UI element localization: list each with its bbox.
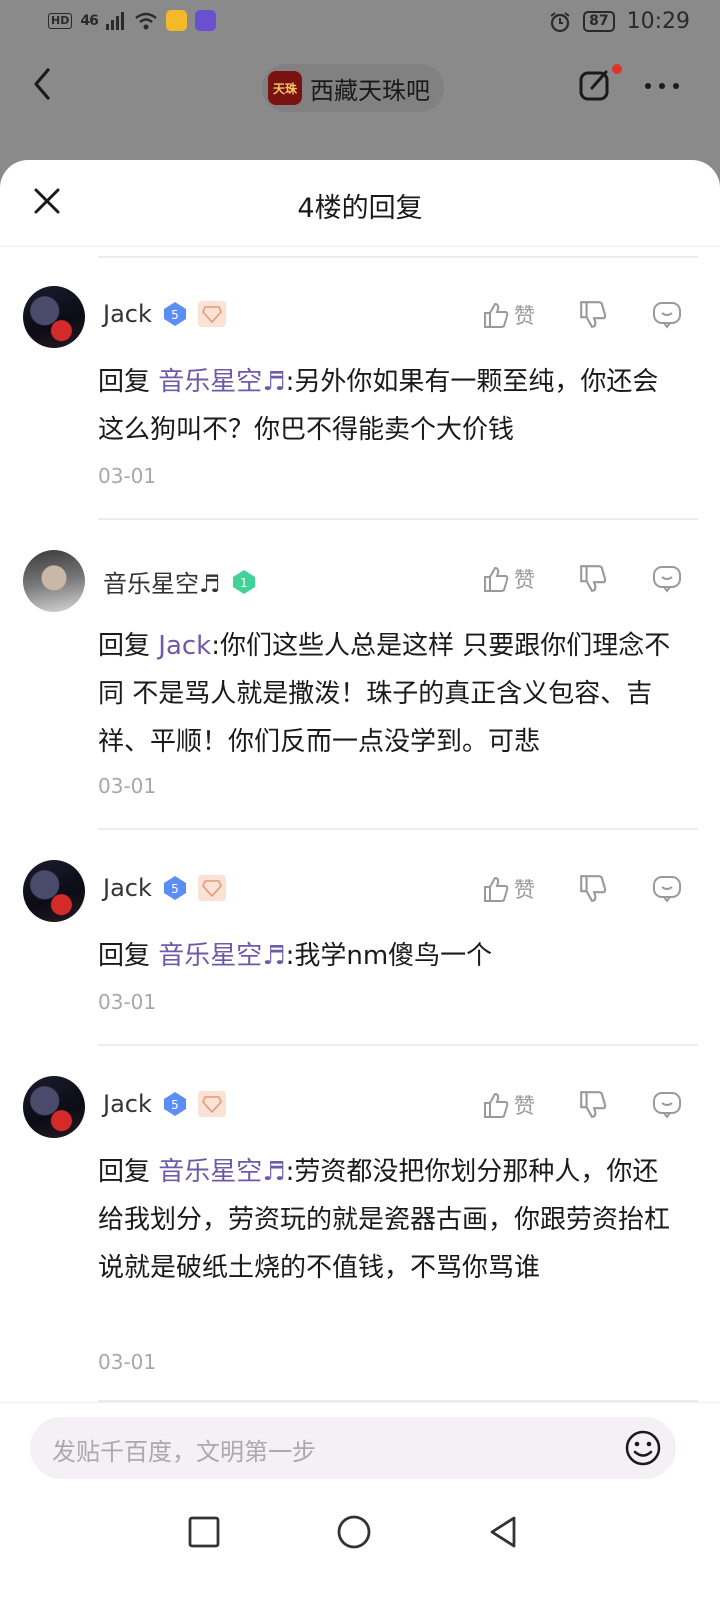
clock: 10:29 <box>626 9 690 34</box>
mention-link[interactable]: 音乐星空♬ <box>158 367 285 397</box>
action-row: 赞 <box>482 564 682 594</box>
diamond-badge-icon <box>197 875 226 901</box>
emoji-icon[interactable] <box>624 1429 662 1467</box>
like-button[interactable]: 赞 <box>482 1090 578 1120</box>
like-label: 赞 <box>514 304 535 328</box>
alarm-icon <box>550 11 570 32</box>
reply-date: 03-01 <box>98 990 157 1014</box>
reply-content: 回复 音乐星空♬:劳资都没把你划分那种人，你还给我划分，劳资玩的就是瓷器古画，你… <box>98 1148 684 1292</box>
thumb-up-icon <box>484 1092 509 1118</box>
home-icon[interactable] <box>336 1514 372 1550</box>
divider <box>98 1044 698 1046</box>
avatar[interactable] <box>23 1076 85 1138</box>
comment-icon[interactable] <box>652 564 682 594</box>
reply-date: 03-01 <box>98 774 157 798</box>
divider <box>98 828 698 830</box>
level-badge-icon: 5 <box>163 1092 186 1116</box>
forum-name: 西藏天珠吧 <box>310 76 430 105</box>
level-badge-icon: 5 <box>163 302 186 326</box>
edit-icon[interactable] <box>578 68 612 102</box>
tieba-app-icon <box>194 10 216 31</box>
sheet-title: 4楼的回复 <box>297 193 423 224</box>
like-button[interactable]: 赞 <box>482 564 578 594</box>
level-badge-icon: 1 <box>232 569 255 594</box>
wifi-icon <box>135 12 157 29</box>
svg-text:5: 5 <box>171 882 179 896</box>
svg-text:5: 5 <box>171 1098 179 1112</box>
mention-link[interactable]: 音乐星空♬ <box>158 941 285 971</box>
mention-link[interactable]: 音乐星空♬ <box>158 1157 285 1187</box>
forum-logo: 天珠 <box>268 71 302 105</box>
reply-input[interactable]: 发贴千百度，文明第一步 <box>30 1417 676 1479</box>
svg-text:1: 1 <box>240 576 248 590</box>
signal-icon <box>105 11 124 30</box>
level-badge-icon: 5 <box>163 876 186 900</box>
thumb-up-icon <box>484 566 509 592</box>
divider <box>98 518 698 520</box>
username-row: 音乐星空♬ 1 <box>103 564 257 599</box>
sheet-header: 4楼的回复 <box>0 160 720 246</box>
username[interactable]: Jack <box>103 874 152 902</box>
username-row: Jack 5 <box>103 874 226 902</box>
action-row: 赞 <box>482 874 682 904</box>
recent-apps-icon[interactable] <box>186 1514 222 1550</box>
thumb-down-icon[interactable] <box>578 300 608 330</box>
network-type: HD <box>48 12 73 29</box>
like-label: 赞 <box>514 568 535 592</box>
svg-text:5: 5 <box>171 308 179 322</box>
reply-date: 03-01 <box>98 1350 157 1374</box>
reply-date: 03-01 <box>98 464 157 488</box>
more-icon[interactable] <box>642 66 682 100</box>
username-row: Jack 5 <box>103 300 226 328</box>
mention-link[interactable]: Jack <box>158 631 211 661</box>
reply-content: 回复 Jack:你们这些人总是这样 只要跟你们理念不同 不是骂人就是撒泼！珠子的… <box>98 622 684 766</box>
system-nav-bar <box>0 1498 720 1600</box>
comment-icon[interactable] <box>652 300 682 330</box>
like-button[interactable]: 赞 <box>482 300 578 330</box>
back-nav-icon[interactable] <box>486 1514 522 1550</box>
like-label: 赞 <box>514 1094 535 1118</box>
avatar[interactable] <box>23 286 85 348</box>
like-button[interactable]: 赞 <box>482 874 578 904</box>
comment-icon[interactable] <box>652 1090 682 1120</box>
reply-prefix: 回复 <box>98 367 151 397</box>
username-row: Jack 5 <box>103 1090 226 1118</box>
status-bar: HD 46 87 10:29 <box>0 0 720 46</box>
comment-icon[interactable] <box>652 874 682 904</box>
battery-level: 87 <box>583 11 615 32</box>
input-placeholder: 发贴千百度，文明第一步 <box>52 1438 316 1466</box>
reply-prefix: 回复 <box>98 941 151 971</box>
notification-dot <box>612 64 622 74</box>
thumb-up-icon <box>484 302 509 328</box>
signal-strength: 46 <box>80 12 99 29</box>
avatar[interactable] <box>23 550 85 612</box>
thumb-down-icon[interactable] <box>578 564 608 594</box>
reply-content: 回复 音乐星空♬:另外你如果有一颗至纯，你还会这么狗叫不？你巴不得能卖个大价钱 <box>98 358 684 454</box>
reply-text: :我学nm傻鸟一个 <box>285 941 493 971</box>
avatar[interactable] <box>23 860 85 922</box>
chevron-left-icon[interactable] <box>30 64 54 104</box>
thumb-down-icon[interactable] <box>578 1090 608 1120</box>
username[interactable]: 音乐星空♬ <box>103 564 221 599</box>
username[interactable]: Jack <box>103 300 152 328</box>
like-label: 赞 <box>514 878 535 902</box>
reply-content: 回复 音乐星空♬:我学nm傻鸟一个 <box>98 932 684 980</box>
thumb-down-icon[interactable] <box>578 874 608 904</box>
forum-pill[interactable]: 天珠 西藏天珠吧 <box>262 64 444 112</box>
diamond-badge-icon <box>197 1091 226 1117</box>
reply-sheet: 4楼的回复 Jack 5 赞 回复 音乐星空♬:另外你如果有一颗至纯，你还会这么… <box>0 160 720 1600</box>
forum-top-nav: 天珠 西藏天珠吧 <box>0 54 720 124</box>
reply-input-bar: 发贴千百度，文明第一步 <box>0 1402 720 1498</box>
diamond-badge-icon <box>197 301 226 327</box>
username[interactable]: Jack <box>103 1090 152 1118</box>
divider <box>98 256 698 258</box>
action-row: 赞 <box>482 1090 682 1120</box>
action-row: 赞 <box>482 300 682 330</box>
thumb-up-icon <box>484 876 509 902</box>
reply-prefix: 回复 <box>98 631 151 661</box>
reply-prefix: 回复 <box>98 1157 151 1187</box>
mail-app-icon <box>165 10 187 31</box>
header-divider <box>0 246 720 247</box>
